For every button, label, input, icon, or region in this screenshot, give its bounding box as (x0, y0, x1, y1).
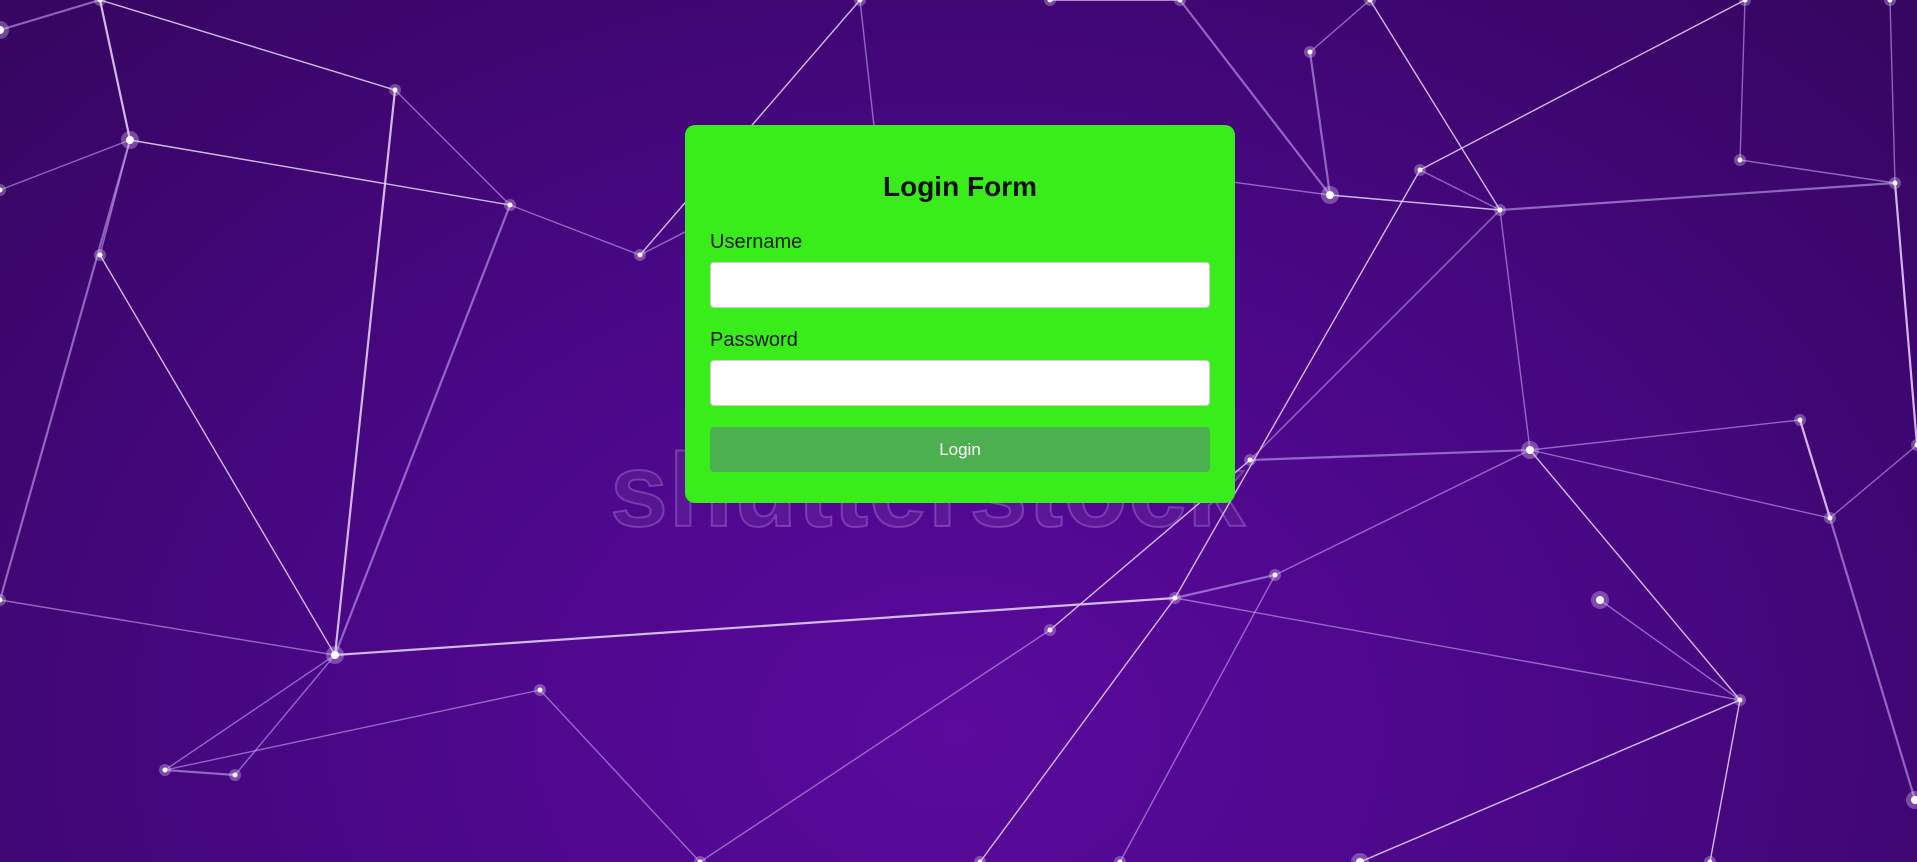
login-form: Login Form Username Password Login (685, 125, 1235, 503)
password-label: Password (710, 329, 798, 351)
network-line (1529, 449, 1741, 701)
form-title: Login Form (883, 171, 1037, 202)
network-line (164, 768, 236, 777)
network-node (1892, 180, 1898, 186)
network-line (1889, 0, 1896, 184)
network-line (164, 654, 336, 771)
network-line (1529, 419, 1801, 451)
network-line (1174, 597, 1741, 701)
network-line (99, 254, 336, 656)
network-line (1119, 574, 1276, 862)
network-line (99, 0, 396, 91)
network-line (859, 0, 876, 136)
network-node (1417, 167, 1423, 173)
network-node (97, 252, 103, 258)
network-line (1499, 181, 1896, 212)
network-line (333, 204, 512, 656)
network-node (1596, 596, 1604, 604)
login-button[interactable]: Login (710, 427, 1210, 472)
network-node (392, 87, 398, 93)
network-line (1369, 0, 1501, 211)
network-line (699, 629, 1051, 862)
network-node (507, 202, 513, 208)
network-node (232, 772, 238, 778)
network-line (0, 139, 132, 601)
network-line (1249, 448, 1531, 462)
network-node (1497, 207, 1503, 213)
network-line (1419, 0, 1746, 171)
network-line (1739, 159, 1896, 184)
network-line (234, 654, 336, 776)
network-line (1309, 0, 1371, 53)
network-node (331, 651, 339, 659)
network-line (1274, 449, 1531, 576)
network-node (162, 767, 168, 773)
network-line (1828, 517, 1917, 801)
network-node (1307, 49, 1313, 55)
network-line (1599, 599, 1741, 701)
network-node (1047, 627, 1053, 633)
network-line (1709, 699, 1741, 862)
network-line (1829, 444, 1917, 519)
network-line (1359, 699, 1741, 862)
network-node (1326, 191, 1334, 199)
network-line (1529, 449, 1831, 519)
network-line (539, 689, 701, 862)
network-line (1798, 419, 1832, 519)
network-line (0, 0, 101, 32)
network-node (1797, 417, 1803, 423)
network-line (0, 139, 131, 191)
network-line (129, 139, 511, 206)
username-input[interactable] (710, 262, 1210, 308)
network-node (637, 252, 643, 258)
network-line (1739, 0, 1746, 161)
network-line (98, 0, 132, 141)
network-node (537, 687, 543, 693)
network-line (333, 89, 397, 656)
network-node (126, 136, 134, 144)
username-label: Username (710, 231, 803, 253)
network-node (1526, 446, 1534, 454)
password-input[interactable] (710, 360, 1210, 406)
network-line (164, 689, 541, 771)
network-line (1174, 573, 1276, 600)
network-line (0, 599, 336, 656)
network-line (1893, 182, 1917, 446)
network-node (1272, 572, 1278, 578)
network-line (1499, 209, 1531, 451)
network-node (1172, 595, 1178, 601)
network-node (1737, 697, 1743, 703)
network-line (509, 204, 641, 256)
network-node (1247, 457, 1253, 463)
network-node (1827, 515, 1833, 521)
network-node (1737, 157, 1743, 163)
network-line (979, 597, 1176, 862)
